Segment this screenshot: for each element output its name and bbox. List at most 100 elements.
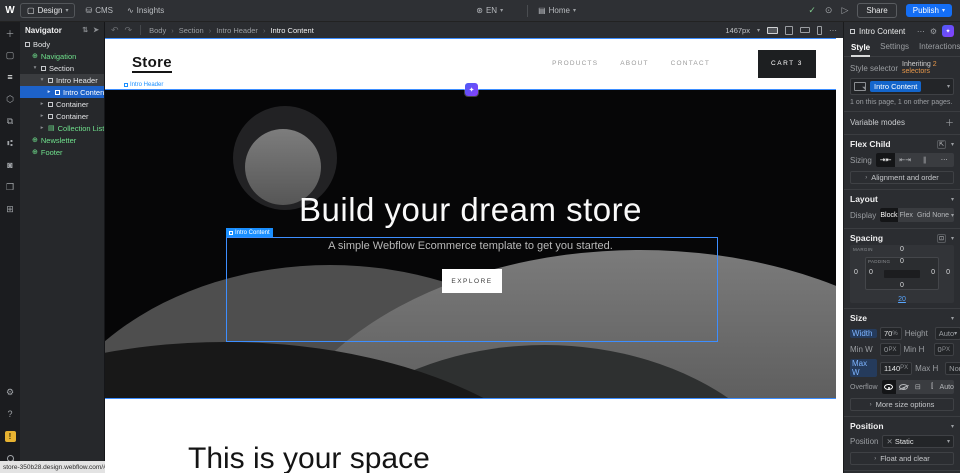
- sizing-more-icon[interactable]: ⋯: [934, 153, 954, 167]
- margin-bottom-value[interactable]: 20: [898, 296, 906, 303]
- libraries-icon[interactable]: ❒: [3, 180, 17, 194]
- tree-item-collection-list[interactable]: ▸ ▤ Collection List Wra...: [20, 122, 104, 134]
- pin-panel-icon[interactable]: ➤: [93, 26, 99, 34]
- breakpoint-landscape-icon[interactable]: [800, 27, 810, 33]
- canvas-width-value[interactable]: 1467px: [725, 26, 750, 35]
- min-width-input[interactable]: 0 PX: [880, 343, 901, 356]
- tree-item-newsletter[interactable]: ⊕ Newsletter: [20, 134, 104, 146]
- spacing-mode-icon[interactable]: ⊡: [937, 234, 946, 243]
- page-selector[interactable]: ▤ Home ▾: [538, 6, 576, 15]
- chevron-right-icon[interactable]: ▸: [39, 101, 45, 107]
- width-input[interactable]: 70 %: [880, 327, 902, 340]
- comments-icon[interactable]: ⊙: [825, 5, 833, 16]
- more-size-options-button[interactable]: › More size options: [850, 398, 954, 411]
- chevron-down-icon[interactable]: ▾: [951, 423, 954, 430]
- chevron-down-icon[interactable]: ▾: [947, 83, 950, 90]
- hero-heading[interactable]: Build your dream store: [105, 191, 836, 229]
- height-input[interactable]: Auto ▾: [935, 327, 960, 340]
- padding-top-value[interactable]: 0: [900, 258, 904, 265]
- chevron-down-icon[interactable]: ▾: [951, 196, 954, 203]
- preview-icon[interactable]: ▷: [841, 5, 848, 16]
- breakpoint-desktop-icon[interactable]: [767, 27, 778, 34]
- add-element-icon[interactable]: ＋: [3, 26, 17, 40]
- chevron-right-icon[interactable]: ▸: [46, 89, 52, 95]
- insights-button[interactable]: ∿ Insights: [127, 6, 164, 15]
- overflow-visible-icon[interactable]: [882, 380, 896, 394]
- tree-item-container[interactable]: ▸ Container: [20, 110, 104, 122]
- apps-icon[interactable]: ⊞: [3, 202, 17, 216]
- element-settings-icon[interactable]: ⚙: [930, 27, 937, 36]
- max-width-input[interactable]: 1140 PX: [880, 362, 912, 375]
- alignment-order-button[interactable]: › Alignment and order: [850, 171, 954, 184]
- more-breakpoints-icon[interactable]: ⋯: [829, 26, 837, 35]
- language-selector[interactable]: ⊛ EN ▾: [476, 6, 503, 15]
- site-logo[interactable]: Store: [132, 54, 172, 73]
- chevron-down-icon[interactable]: ▾: [32, 65, 38, 71]
- undo-icon[interactable]: ↶: [111, 25, 119, 36]
- overflow-scroll-icon[interactable]: ⊟: [911, 380, 925, 394]
- cart-button[interactable]: CART 3: [758, 50, 816, 78]
- padding-bottom-value[interactable]: 0: [900, 282, 904, 289]
- min-height-input[interactable]: 0 PX: [934, 343, 955, 356]
- tree-item-intro-content[interactable]: ▸ Intro Content: [20, 86, 104, 98]
- nav-link-products[interactable]: PRODUCTS: [552, 60, 598, 67]
- share-button[interactable]: Share: [857, 3, 896, 18]
- canvas-scrollbar[interactable]: [836, 38, 843, 473]
- more-options-icon[interactable]: ⋯: [917, 27, 925, 36]
- chevron-down-icon[interactable]: ▾: [951, 235, 954, 242]
- help-icon[interactable]: ?: [3, 407, 17, 421]
- design-mode-button[interactable]: ▢ Design ▾: [20, 3, 75, 18]
- breakpoint-cascade-icon[interactable]: [854, 82, 866, 91]
- next-section-heading[interactable]: This is your space: [188, 442, 430, 473]
- breadcrumb-intro-content[interactable]: Intro Content: [270, 26, 313, 35]
- variables-icon[interactable]: ⑆: [3, 136, 17, 150]
- chevron-right-icon[interactable]: ▸: [39, 113, 45, 119]
- tab-interactions[interactable]: Interactions: [919, 42, 960, 54]
- hero-section[interactable]: Build your dream store A simple Webflow …: [105, 89, 836, 398]
- class-pill[interactable]: Intro Content: [870, 81, 921, 92]
- tree-item-section[interactable]: ▾ Section: [20, 62, 104, 74]
- pages-icon[interactable]: ▢: [3, 48, 17, 62]
- tab-style[interactable]: Style: [851, 43, 870, 57]
- warning-badge[interactable]: !: [3, 429, 17, 443]
- settings-icon[interactable]: ⚙: [3, 385, 17, 399]
- ai-assistant-icon[interactable]: ✦: [942, 25, 954, 37]
- tree-item-body[interactable]: Body: [20, 38, 104, 50]
- tree-item-footer[interactable]: ⊕ Footer: [20, 146, 104, 158]
- nav-link-about[interactable]: ABOUT: [620, 60, 648, 67]
- publish-button[interactable]: Publish ▾: [906, 4, 952, 17]
- display-block-option[interactable]: Block: [880, 208, 897, 222]
- sizing-shrink-icon[interactable]: ⇥⇤: [876, 153, 896, 167]
- padding-left-value[interactable]: 0: [869, 269, 873, 276]
- overflow-hidden-icon[interactable]: [896, 380, 910, 394]
- float-clear-button[interactable]: › Float and clear: [850, 452, 954, 465]
- chevron-down-icon[interactable]: ▾: [951, 315, 954, 322]
- margin-top-value[interactable]: 0: [900, 246, 904, 253]
- cms-button[interactable]: ⛁ CMS: [85, 6, 112, 15]
- hovered-element-label[interactable]: Intro Header: [121, 80, 166, 89]
- selected-element-label[interactable]: Intro Content: [226, 228, 273, 237]
- overflow-clip-icon[interactable]: ⫿: [925, 380, 939, 394]
- breakpoint-phone-icon[interactable]: [817, 26, 822, 35]
- position-dropdown[interactable]: ✕ Static ▾: [882, 435, 954, 448]
- webflow-logo-icon[interactable]: W: [0, 5, 20, 16]
- collapse-all-icon[interactable]: ⇅: [82, 26, 88, 34]
- tree-item-container[interactable]: ▸ Container: [20, 98, 104, 110]
- breadcrumb-section[interactable]: Section: [179, 26, 204, 35]
- overflow-auto-option[interactable]: Auto: [940, 380, 954, 394]
- ecommerce-icon[interactable]: ◙: [3, 158, 17, 172]
- breakpoint-tablet-icon[interactable]: [785, 26, 793, 35]
- ai-add-badge[interactable]: ✦: [465, 83, 478, 96]
- breadcrumb-intro-header[interactable]: Intro Header: [216, 26, 258, 35]
- max-height-input[interactable]: None ▾: [945, 362, 960, 375]
- assets-icon[interactable]: ⧉: [3, 114, 17, 128]
- chevron-right-icon[interactable]: ▸: [39, 125, 45, 131]
- redo-icon[interactable]: ↷: [125, 25, 133, 36]
- nav-link-contact[interactable]: CONTACT: [671, 60, 710, 67]
- sizing-grow-icon[interactable]: ⇤⇥: [895, 153, 915, 167]
- navigator-icon[interactable]: ≡: [3, 70, 17, 84]
- margin-right-value[interactable]: 0: [946, 269, 950, 276]
- padding-right-value[interactable]: 0: [931, 269, 935, 276]
- chevron-down-icon[interactable]: ▾: [951, 141, 954, 148]
- add-variable-mode-icon[interactable]: ＋: [945, 116, 954, 129]
